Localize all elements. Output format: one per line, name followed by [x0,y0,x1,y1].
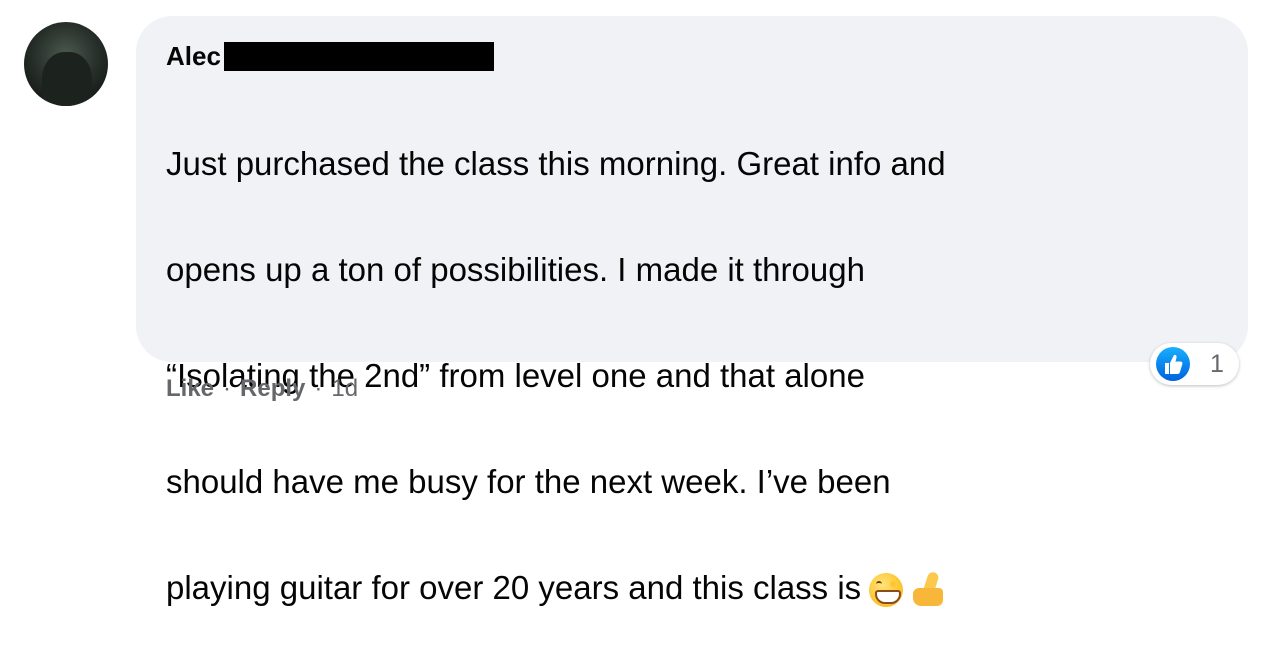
comment-actions: Like · Reply · 1d [166,372,358,406]
avatar[interactable] [24,22,108,106]
comment-text-line: opens up a ton of possibilities. I made … [166,251,865,288]
like-button[interactable]: Like [166,375,214,403]
like-reaction-icon [1156,347,1190,381]
redaction-bar [223,41,494,71]
comment-author-row: Alec [166,40,494,72]
separator-dot: · [314,375,323,402]
comment-text-line: Just purchased the class this morning. G… [166,145,946,182]
reply-button[interactable]: Reply [240,375,305,403]
comment-text-line-last: playing guitar for over 20 years and thi… [166,561,1226,614]
reaction-count: 1 [1210,350,1224,378]
timestamp[interactable]: 1d [331,375,358,403]
comment-text-line: should have me busy for the next week. I… [166,463,891,500]
author-name[interactable]: Alec [166,41,221,72]
thumbs-up-emoji-icon [911,571,945,608]
reaction-summary[interactable]: 1 [1150,343,1239,385]
separator-dot: · [223,375,232,402]
comment-text-line: playing guitar for over 20 years and thi… [166,569,862,606]
grinning-face-emoji-icon [869,573,904,608]
